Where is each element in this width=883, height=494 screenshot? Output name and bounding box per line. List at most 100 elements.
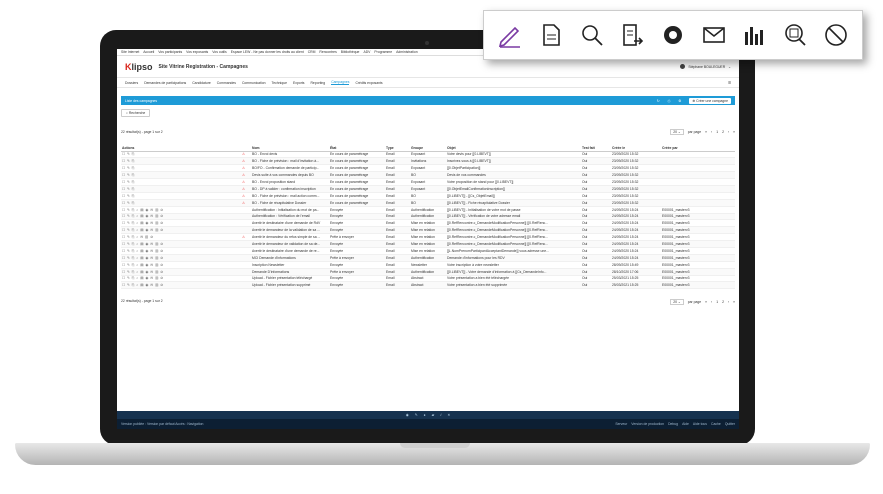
row-actions[interactable]: ☐ ✎ ⎘ <box>121 171 241 180</box>
page-2-bottom[interactable]: 2 <box>722 300 724 304</box>
per-page-select[interactable]: 20 ⌄ <box>670 129 684 135</box>
status-link[interactable]: Aide tous <box>693 422 707 426</box>
table-row[interactable]: ☐ ✎ ⎘ ⚠ BO - DP à valider : confirmation i… <box>121 185 735 193</box>
row-actions[interactable]: ☐ ✎ ⎘ <box>121 151 241 159</box>
email-icon[interactable] <box>699 20 729 50</box>
document-icon[interactable] <box>536 20 566 50</box>
table-row[interactable]: ☐ ✎ ⎘ ⌕ ▤ ◉ ✉ ▥ ⊘ Avertir le destinataire… <box>121 219 735 228</box>
table-row[interactable]: ☐ ✎ ⎘ ⌕ ▤ ◉ ✉ ▥ ⊘ Authentification : Init… <box>121 206 735 214</box>
status-link[interactable]: Aide <box>682 422 689 426</box>
menu-item[interactable]: Commandes <box>217 81 236 85</box>
search-icon[interactable] <box>577 20 607 50</box>
menu-item[interactable]: Communication <box>242 81 266 85</box>
row-actions[interactable]: ☐ ✎ ⎘ ⌕ ▤ ◉ ✉ ▥ ⊘ <box>121 213 241 221</box>
disable-icon[interactable] <box>821 20 851 50</box>
table-row[interactable]: ☐ ✎ ⎘ ⌕ ▤ ◉ ✉ ▥ ⊘ Upload - Fichier présen… <box>121 275 735 283</box>
menu-item[interactable]: Exports <box>293 81 305 85</box>
table-row[interactable]: ☐ ✎ ⎘ ⌕ ▤ ◉ ✉ ▥ ⊘ Avertir le demandeur de… <box>121 226 735 235</box>
first-page-icon[interactable]: « <box>705 300 707 304</box>
menu-item[interactable]: Campagnes <box>331 80 350 85</box>
last-page-icon[interactable]: » <box>733 300 735 304</box>
menu-item[interactable]: Demandes de participations <box>144 81 186 85</box>
topnav-link[interactable]: Administration <box>396 50 417 54</box>
row-actions[interactable]: ☐ ✎ ⎘ ⌕ ▤ ◉ ✉ ▥ ⊘ <box>121 240 241 248</box>
topnav-link[interactable]: Accueil <box>143 50 154 54</box>
export-icon[interactable] <box>617 20 647 50</box>
table-row[interactable]: ☐ ✎ ⎘ ⌕ ▤ ◉ ✉ ▥ ⊘ Avertir le destinataire… <box>121 247 735 255</box>
status-link[interactable]: Cache <box>711 422 721 426</box>
status-link[interactable]: Version de production <box>631 422 664 426</box>
row-actions[interactable]: ☐ ✎ ⎘ ⌕ ▤ ◉ ✉ ▥ ⊘ <box>121 261 241 269</box>
tools-icon[interactable]: ✕ <box>447 413 450 417</box>
folder-icon[interactable]: ▰ <box>432 413 435 417</box>
user-menu[interactable]: Stéphane BOULEGUER ⌄ <box>680 64 731 69</box>
table-row[interactable]: ☐ ✎ ⎘ ⚠ Devis suite à vos commandes depuis… <box>121 171 735 180</box>
table-row[interactable]: ☐ ✎ ⎘ ⚠ BO - Fiche de prévision : mail d'i… <box>121 157 735 166</box>
topnav-link[interactable]: ADV <box>363 50 370 54</box>
table-row[interactable]: ☐ ✎ ⎘ ⚠ BO - Fiche de prévision : mail act… <box>121 192 735 200</box>
edit-icon[interactable] <box>495 20 525 50</box>
row-actions[interactable]: ☐ ✎ ⎘ ⌕ ▤ ◉ ✉ ▥ ⊘ <box>121 268 241 276</box>
topnav-link[interactable]: Espace LEW - Ne pas donner les droits au… <box>231 50 304 54</box>
stats-icon[interactable] <box>739 20 769 50</box>
export-icon[interactable]: ⎙ <box>668 99 671 103</box>
row-actions[interactable]: ☐ ✎ ⎘ ⌕ ▤ ◉ ✉ ▥ ⊘ <box>121 219 241 228</box>
table-row[interactable]: ☐ ✎ ⎘ ⌕ ✉ ▥ ⊘ ⚠ Avertir le demandeur du re… <box>121 233 735 242</box>
topnav-link[interactable]: CRM <box>308 50 316 54</box>
preview-icon[interactable] <box>658 20 688 50</box>
prev-page-icon[interactable]: ‹ <box>711 130 712 134</box>
first-page-icon[interactable]: « <box>705 130 707 134</box>
status-link[interactable]: Debug <box>668 422 678 426</box>
eye-icon[interactable]: ◉ <box>406 413 409 417</box>
row-actions[interactable]: ☐ ✎ ⎘ <box>121 178 241 186</box>
row-actions[interactable]: ☐ ✎ ⎘ <box>121 157 241 166</box>
per-page-select-bottom[interactable]: 20 ⌄ <box>670 299 684 306</box>
topnav-link[interactable]: Bibliothèque <box>341 50 360 54</box>
row-actions[interactable]: ☐ ✎ ⎘ ⌕ ▤ ◉ ✉ ▥ ⊘ <box>121 281 241 290</box>
next-page-icon[interactable]: › <box>728 300 729 304</box>
page-1[interactable]: 1 <box>716 130 718 134</box>
row-actions[interactable]: ☐ ✎ ⎘ <box>121 164 241 173</box>
edit-icon[interactable]: ✎ <box>415 413 418 417</box>
last-page-icon[interactable]: » <box>733 130 735 134</box>
topnav-link[interactable]: Vos exposants <box>186 50 208 54</box>
menu-item[interactable]: Candidature <box>192 81 210 85</box>
row-actions[interactable]: ☐ ✎ ⎘ ⌕ ▤ ◉ ✉ ▥ ⊘ <box>121 226 241 235</box>
table-row[interactable]: ☐ ✎ ⎘ ⚠ BO - Envoi proposition stand En cou… <box>121 178 735 186</box>
topnav-link[interactable]: Vos outils <box>212 50 227 54</box>
topnav-link[interactable]: Vos participants <box>158 50 182 54</box>
next-page-icon[interactable]: › <box>728 130 729 134</box>
table-row[interactable]: ☐ ✎ ⎘ ⌕ ▤ ◉ ✉ ▥ ⊘ Authentification : Véri… <box>121 213 735 221</box>
status-link[interactable]: Serveur <box>615 422 627 426</box>
row-actions[interactable]: ☐ ✎ ⎘ <box>121 192 241 200</box>
klipso-logo[interactable]: Klipso <box>125 62 153 72</box>
topnav-link[interactable]: Site Internet <box>121 50 139 54</box>
topnav-link[interactable]: Programme <box>374 50 392 54</box>
table-row[interactable]: ☐ ✎ ⎘ ⌕ ▤ ◉ ✉ ▥ ⊘ Demande D'informations P… <box>121 268 735 276</box>
menu-item[interactable]: Dossiers <box>125 81 138 85</box>
row-actions[interactable]: ☐ ✎ ⎘ ⌕ ▤ ◉ ✉ ▥ ⊘ <box>121 254 241 262</box>
row-actions[interactable]: ☐ ✎ ⎘ <box>121 199 241 207</box>
table-row[interactable]: ☐ ✎ ⎘ ⌕ ▤ ◉ ✉ ▥ ⊘ MCI Demande d'informati… <box>121 254 735 262</box>
page-1-bottom[interactable]: 1 <box>716 300 718 304</box>
chart-icon[interactable]: ⅈ <box>440 413 441 417</box>
table-row[interactable]: ☐ ✎ ⎘ ⌕ ▤ ◉ ✉ ▥ ⊘ Avertir le demandeur de… <box>121 240 735 248</box>
row-actions[interactable]: ☐ ✎ ⎘ <box>121 185 241 193</box>
row-actions[interactable]: ☐ ✎ ⎘ ⌕ ▤ ◉ ✉ ▥ ⊘ <box>121 206 241 214</box>
topnav-link[interactable]: Rencontres <box>319 50 336 54</box>
row-actions[interactable]: ☐ ✎ ⎘ ⌕ ▤ ◉ ✉ ▥ ⊘ <box>121 247 241 255</box>
refresh-icon[interactable]: ↻ <box>657 99 660 103</box>
settings-icon[interactable]: ⚙ <box>678 99 681 103</box>
menu-item[interactable]: Crédits exposants <box>355 81 382 85</box>
status-link[interactable]: Quitter <box>725 422 735 426</box>
create-campaign-button[interactable]: ⊕ Créer une campagne <box>689 97 731 104</box>
table-row[interactable]: ☐ ✎ ⎘ ⚠ BO - Envoi devis En cours de paramé… <box>121 151 735 159</box>
row-actions[interactable]: ☐ ✎ ⎘ ⌕ ▤ ◉ ✉ ▥ ⊘ <box>121 275 241 283</box>
circle-icon[interactable]: ● <box>424 413 426 417</box>
table-row[interactable]: ☐ ✎ ⎘ ⚠ BO - Fiche de récapitulative Dossi… <box>121 199 735 207</box>
hamburger-icon[interactable]: ☰ <box>728 81 731 85</box>
search-button[interactable]: ⌕ Recherche <box>121 109 151 117</box>
menu-item[interactable]: Technique <box>272 81 287 85</box>
table-row[interactable]: ☐ ✎ ⎘ ⌕ ▤ ◉ ✉ ▥ ⊘ Inscription Newsletter E… <box>121 261 735 269</box>
prev-page-icon[interactable]: ‹ <box>711 300 712 304</box>
